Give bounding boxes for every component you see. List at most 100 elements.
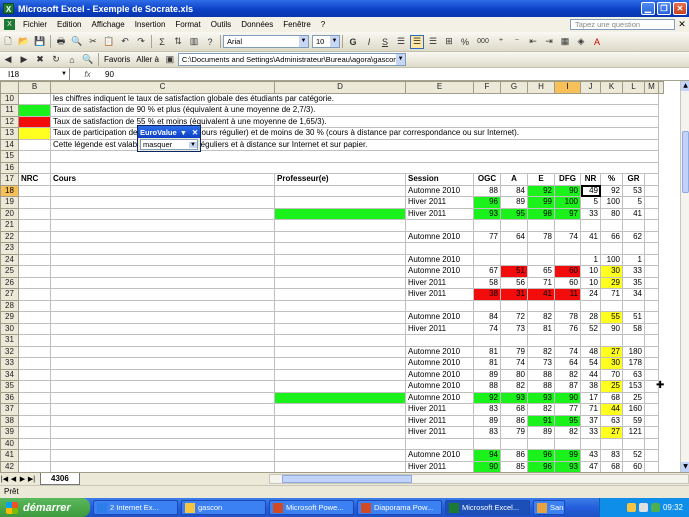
value-cell-g[interactable]: 74 xyxy=(500,357,528,370)
active-cell[interactable]: 49 xyxy=(580,184,601,197)
value-cell-j[interactable]: 10 xyxy=(580,276,601,289)
value-cell-i[interactable]: 60 xyxy=(554,265,581,278)
value-cell-i[interactable]: 87 xyxy=(554,380,581,393)
value-cell-k[interactable]: 29 xyxy=(600,276,623,289)
cell[interactable] xyxy=(644,173,659,186)
value-cell-h[interactable] xyxy=(527,437,555,450)
column-title-cell[interactable]: E xyxy=(527,173,555,186)
professor-cell[interactable] xyxy=(274,207,406,220)
session-cell[interactable]: Automne 2010 xyxy=(405,391,474,404)
course-cell[interactable] xyxy=(50,380,275,393)
new-icon[interactable]: 🗋 xyxy=(1,35,15,49)
course-cell[interactable] xyxy=(50,230,275,243)
value-cell-g[interactable]: 86 xyxy=(500,449,528,462)
thousands-button[interactable]: 000 xyxy=(474,35,492,49)
workbook-close-icon[interactable]: ✕ xyxy=(675,19,689,30)
row-header[interactable]: 35 xyxy=(0,380,19,393)
session-cell[interactable]: Hiver 2011 xyxy=(405,426,474,439)
legend-swatch[interactable] xyxy=(18,150,51,163)
font-name-select[interactable]: Arial ▼ xyxy=(223,35,309,48)
column-title-cell[interactable]: Cours xyxy=(50,173,275,186)
value-cell-i[interactable] xyxy=(554,334,581,347)
course-cell[interactable] xyxy=(50,403,275,416)
nrc-cell[interactable] xyxy=(18,265,51,278)
column-header[interactable]: C xyxy=(50,81,275,94)
value-cell-h[interactable]: 99 xyxy=(527,196,555,209)
value-cell-k[interactable]: 66 xyxy=(600,230,623,243)
value-cell-j[interactable]: 1 xyxy=(580,253,601,266)
merge-center-icon[interactable]: ⊞ xyxy=(442,35,456,49)
value-cell-g[interactable] xyxy=(500,242,528,255)
value-cell-j[interactable]: 28 xyxy=(580,311,601,324)
course-cell[interactable] xyxy=(50,219,275,232)
column-title-cell[interactable]: NR xyxy=(580,173,601,186)
row-header[interactable]: 26 xyxy=(0,276,19,289)
professor-cell[interactable] xyxy=(274,357,406,370)
nrc-cell[interactable] xyxy=(18,426,51,439)
professor-cell[interactable] xyxy=(274,380,406,393)
value-cell-i[interactable]: 90 xyxy=(554,391,581,404)
value-cell-g[interactable]: 68 xyxy=(500,403,528,416)
value-cell-f[interactable]: 67 xyxy=(473,265,501,278)
value-cell-f[interactable] xyxy=(473,253,501,266)
nrc-cell[interactable] xyxy=(18,449,51,462)
horizontal-scroll-thumb[interactable] xyxy=(282,475,412,483)
menu-help[interactable]: ? xyxy=(316,20,330,29)
value-cell-i[interactable] xyxy=(554,437,581,450)
column-title-cell[interactable]: NRC xyxy=(18,173,51,186)
value-cell-l[interactable]: 53 xyxy=(622,184,645,197)
value-cell-g[interactable]: 85 xyxy=(500,460,528,472)
row-header[interactable]: 33 xyxy=(0,357,19,370)
course-cell[interactable] xyxy=(50,357,275,370)
value-cell-g[interactable] xyxy=(500,299,528,312)
row-header[interactable]: 40 xyxy=(0,437,19,450)
value-cell-l[interactable]: 62 xyxy=(622,230,645,243)
value-cell-j[interactable]: 48 xyxy=(580,345,601,358)
value-cell-k[interactable]: 27 xyxy=(600,345,623,358)
value-cell-i[interactable]: 90 xyxy=(554,184,581,197)
value-cell-l[interactable]: 153 xyxy=(622,380,645,393)
value-cell-l[interactable]: 35 xyxy=(622,276,645,289)
course-cell[interactable] xyxy=(50,196,275,209)
row-header[interactable]: 22 xyxy=(0,230,19,243)
close-icon[interactable]: ✕ xyxy=(190,128,200,137)
value-cell-j[interactable]: 43 xyxy=(580,449,601,462)
row-header[interactable]: 18 xyxy=(0,184,19,197)
course-cell[interactable] xyxy=(50,311,275,324)
professor-cell[interactable] xyxy=(274,276,406,289)
session-cell[interactable]: Automne 2010 xyxy=(405,449,474,462)
row-header[interactable]: 38 xyxy=(0,414,19,427)
value-cell-f[interactable]: 93 xyxy=(473,207,501,220)
menu-edition[interactable]: Edition xyxy=(52,20,86,29)
cell[interactable] xyxy=(644,449,659,462)
menu-insertion[interactable]: Insertion xyxy=(130,20,171,29)
italic-button[interactable]: I xyxy=(362,35,376,49)
value-cell-g[interactable] xyxy=(500,253,528,266)
value-cell-j[interactable]: 44 xyxy=(580,368,601,381)
value-cell-i[interactable]: 11 xyxy=(554,288,581,301)
legend-text[interactable]: les chiffres indiquent le taux de satisf… xyxy=(50,92,659,105)
value-cell-f[interactable]: 96 xyxy=(473,196,501,209)
column-title-cell[interactable]: GR xyxy=(622,173,645,186)
column-header[interactable]: G xyxy=(500,81,528,94)
value-cell-g[interactable]: 80 xyxy=(500,368,528,381)
value-cell-f[interactable]: 83 xyxy=(473,426,501,439)
value-cell-j[interactable]: 71 xyxy=(580,403,601,416)
value-cell-k[interactable]: 63 xyxy=(600,414,623,427)
course-cell[interactable] xyxy=(50,253,275,266)
session-cell[interactable]: Automne 2010 xyxy=(405,230,474,243)
session-cell[interactable]: Automne 2010 xyxy=(405,184,474,197)
font-size-select[interactable]: 10 ▼ xyxy=(312,35,340,48)
legend-text[interactable]: Taux de satisfaction de 90 % et plus (éq… xyxy=(50,104,659,117)
legend-swatch[interactable] xyxy=(18,92,51,105)
value-cell-l[interactable]: 1 xyxy=(622,253,645,266)
value-cell-k[interactable]: 27 xyxy=(600,426,623,439)
value-cell-k[interactable] xyxy=(600,219,623,232)
name-box[interactable]: I18 ▼ xyxy=(0,68,70,80)
course-cell[interactable] xyxy=(50,334,275,347)
underline-button[interactable]: S xyxy=(378,35,392,49)
legend-swatch[interactable] xyxy=(18,104,51,117)
value-cell-g[interactable]: 72 xyxy=(500,311,528,324)
nrc-cell[interactable] xyxy=(18,196,51,209)
nrc-cell[interactable] xyxy=(18,311,51,324)
